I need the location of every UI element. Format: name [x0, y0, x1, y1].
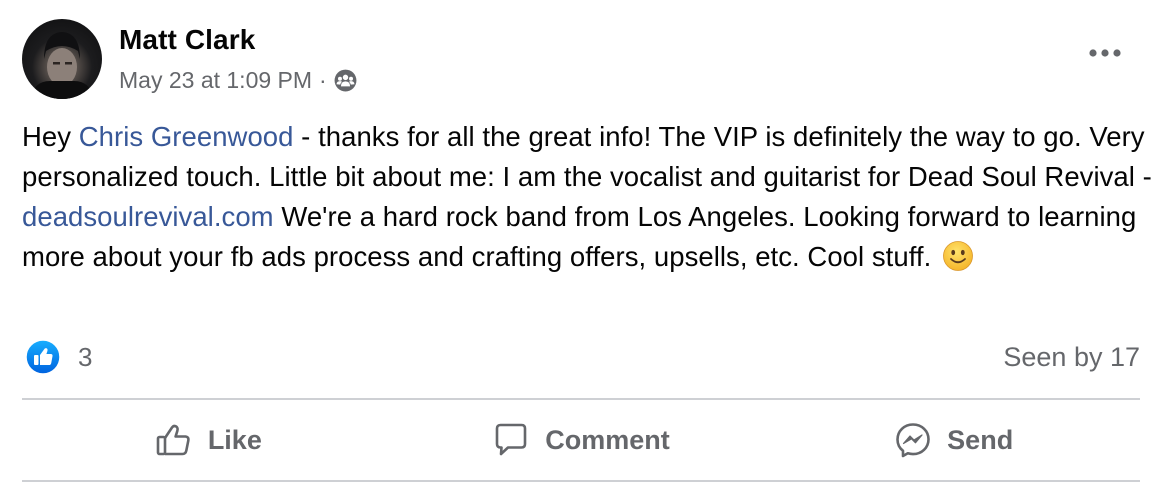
comment-button[interactable]: Comment: [395, 400, 768, 480]
comment-bubble-icon: [495, 423, 527, 456]
body-greeting: Hey: [22, 121, 79, 152]
post-card: Matt Clark May 23 at 1:09 PM · Hey Chris…: [0, 0, 1170, 496]
post-body: Hey Chris Greenwood - thanks for all the…: [22, 117, 1152, 277]
reactions-summary[interactable]: 3: [25, 339, 92, 375]
like-label: Like: [207, 424, 262, 455]
post-meta: May 23 at 1:09 PM ·: [119, 66, 358, 94]
website-link[interactable]: deadsoulrevival.com: [22, 201, 274, 232]
group-audience-icon[interactable]: [333, 68, 358, 93]
like-reaction-icon: [25, 339, 61, 375]
meta-separator: ·: [319, 66, 327, 93]
divider-bottom: [22, 480, 1140, 482]
reaction-count: 3: [78, 341, 93, 372]
messenger-icon: [896, 423, 930, 458]
slightly-smiling-face-icon: [943, 241, 973, 271]
thumbs-up-icon: [156, 424, 190, 456]
post-timestamp[interactable]: May 23 at 1:09 PM: [119, 67, 312, 94]
comment-label: Comment: [545, 424, 670, 455]
send-button[interactable]: Send: [767, 400, 1140, 480]
author-name[interactable]: Matt Clark: [119, 24, 255, 56]
send-label: Send: [947, 424, 1014, 455]
mention-link[interactable]: Chris Greenwood: [79, 121, 294, 152]
avatar-image: [30, 32, 94, 99]
avatar[interactable]: [22, 19, 102, 99]
seen-by-count[interactable]: Seen by 17: [1003, 342, 1140, 373]
more-options-icon: [1089, 49, 1121, 57]
like-button[interactable]: Like: [22, 400, 395, 480]
action-bar: Like Comment Send: [22, 400, 1140, 480]
more-options-button[interactable]: [1083, 38, 1127, 68]
